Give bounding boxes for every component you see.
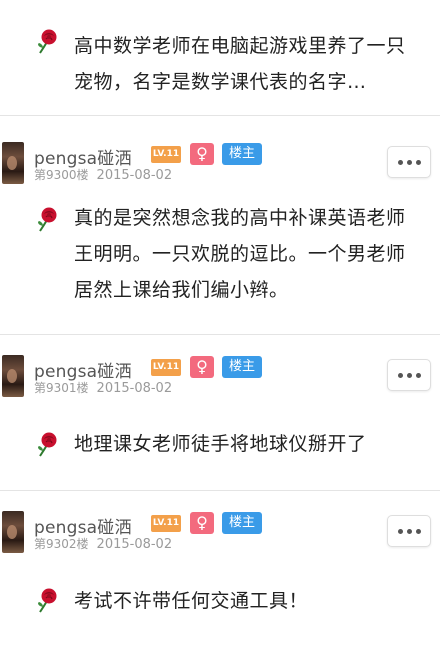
owner-badge: 楼主 bbox=[222, 356, 262, 378]
post-header: pengsa碰洒 LV.11 ♀ 楼主 第9302楼 2015-08-02 bbox=[0, 511, 440, 559]
more-icon bbox=[397, 372, 403, 378]
more-button[interactable] bbox=[387, 146, 431, 178]
post-item: 高中数学老师在电脑起游戏里养了一只宠物，名字是数学课代表的名字… bbox=[0, 0, 440, 115]
post-date: 2015-08-02 bbox=[96, 381, 173, 396]
rose-icon bbox=[34, 206, 62, 232]
post-text: 高中数学老师在电脑起游戏里养了一只宠物，名字是数学课代表的名字… bbox=[74, 35, 406, 93]
female-icon: ♀ bbox=[190, 143, 214, 165]
more-icon bbox=[397, 528, 403, 534]
post-text: 真的是突然想念我的高中补课英语老师王明明。一只欢脱的逗比。一个男老师居然上课给我… bbox=[74, 207, 406, 301]
post-date: 2015-08-02 bbox=[96, 537, 173, 552]
post-header: pengsa碰洒 LV.11 ♀ 楼主 第9300楼 2015-08-02 bbox=[0, 142, 440, 190]
owner-badge: 楼主 bbox=[222, 143, 262, 165]
level-badge: LV.11 bbox=[151, 515, 181, 532]
more-icon bbox=[397, 159, 403, 165]
avatar[interactable] bbox=[2, 142, 24, 184]
rose-icon bbox=[34, 587, 62, 613]
post-item: pengsa碰洒 LV.11 ♀ 楼主 第9302楼 2015-08-02 考试不… bbox=[0, 491, 440, 665]
post-content: 高中数学老师在电脑起游戏里养了一只宠物，名字是数学课代表的名字… bbox=[0, 0, 440, 100]
rose-icon bbox=[34, 431, 62, 457]
post-text: 考试不许带任何交通工具！ bbox=[74, 590, 309, 612]
post-content: 考试不许带任何交通工具！ bbox=[0, 559, 440, 619]
floor-number: 第9300楼 bbox=[34, 168, 89, 182]
post-meta: 第9302楼 2015-08-02 bbox=[34, 535, 172, 552]
post-item: pengsa碰洒 LV.11 ♀ 楼主 第9301楼 2015-08-02 地理课… bbox=[0, 335, 440, 490]
post-content: 地理课女老师徒手将地球仪掰开了 bbox=[0, 403, 440, 462]
post-text: 地理课女老师徒手将地球仪掰开了 bbox=[74, 433, 367, 455]
post-content: 真的是突然想念我的高中补课英语老师王明明。一只欢脱的逗比。一个男老师居然上课给我… bbox=[0, 190, 440, 308]
post-item: pengsa碰洒 LV.11 ♀ 楼主 第9300楼 2015-08-02 真的是… bbox=[0, 116, 440, 334]
floor-number: 第9302楼 bbox=[34, 537, 89, 551]
owner-badge: 楼主 bbox=[222, 512, 262, 534]
rose-icon bbox=[34, 28, 62, 54]
female-icon: ♀ bbox=[190, 512, 214, 534]
post-meta: 第9300楼 2015-08-02 bbox=[34, 166, 172, 183]
post-meta: 第9301楼 2015-08-02 bbox=[34, 379, 172, 396]
level-badge: LV.11 bbox=[151, 146, 181, 163]
post-date: 2015-08-02 bbox=[96, 168, 173, 183]
avatar[interactable] bbox=[2, 355, 24, 397]
level-badge: LV.11 bbox=[151, 359, 181, 376]
post-header: pengsa碰洒 LV.11 ♀ 楼主 第9301楼 2015-08-02 bbox=[0, 355, 440, 403]
floor-number: 第9301楼 bbox=[34, 381, 89, 395]
more-button[interactable] bbox=[387, 515, 431, 547]
more-button[interactable] bbox=[387, 359, 431, 391]
avatar[interactable] bbox=[2, 511, 24, 553]
post-feed: 高中数学老师在电脑起游戏里养了一只宠物，名字是数学课代表的名字… pengsa碰… bbox=[0, 0, 440, 665]
female-icon: ♀ bbox=[190, 356, 214, 378]
